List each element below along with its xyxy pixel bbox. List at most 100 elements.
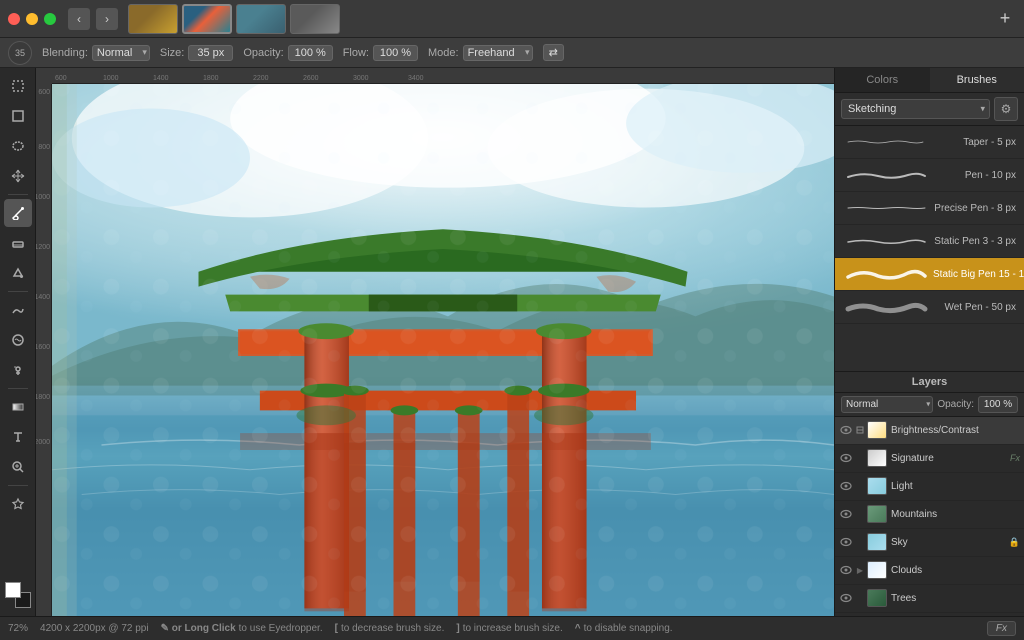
- favorites-tool[interactable]: [4, 490, 32, 518]
- layers-controls: Normal Opacity:: [835, 393, 1024, 417]
- ruler-mark-v: 2000: [36, 439, 50, 446]
- move-tool[interactable]: [4, 162, 32, 190]
- layer-expand-icon[interactable]: [855, 481, 865, 491]
- document-tabs: [128, 4, 340, 34]
- maximize-button[interactable]: [44, 13, 56, 25]
- brush-item-taper[interactable]: Taper - 5 px: [835, 126, 1024, 159]
- tab-4[interactable]: [290, 4, 340, 34]
- nav-back-button[interactable]: ‹: [68, 8, 90, 30]
- brush-preview-pen: [843, 163, 936, 187]
- brush-item-precise-pen[interactable]: Precise Pen - 8 px: [835, 192, 1024, 225]
- opacity-input[interactable]: [288, 45, 333, 61]
- brush-tool[interactable]: [4, 199, 32, 227]
- foreground-color[interactable]: [5, 582, 21, 598]
- brush-item-wet-pen[interactable]: Wet Pen - 50 px: [835, 291, 1024, 324]
- layer-expand-icon[interactable]: [855, 509, 865, 519]
- blur-tool[interactable]: [4, 326, 32, 354]
- layer-thumbnail: [867, 533, 887, 551]
- layers-section: Layers Normal Opacity: Brightness/Contra…: [835, 371, 1024, 617]
- layer-item-clouds[interactable]: ▶ Clouds: [835, 557, 1024, 585]
- mode-label: Mode:: [428, 47, 459, 59]
- brush-settings-button[interactable]: ⚙: [994, 97, 1018, 121]
- layer-opacity-input[interactable]: [978, 396, 1018, 413]
- brush-preview-wet-pen: [843, 295, 936, 319]
- layer-item-trees[interactable]: Trees: [835, 585, 1024, 613]
- layer-expand-icon[interactable]: [855, 537, 865, 547]
- ruler-mark: 1400: [152, 75, 170, 82]
- lasso-tool[interactable]: [4, 132, 32, 160]
- panel-tabs: Colors Brushes: [835, 68, 1024, 93]
- opacity-control: Opacity:: [243, 45, 332, 61]
- toolbox: [0, 68, 36, 616]
- brush-category-select[interactable]: Sketching: [841, 99, 990, 119]
- blending-select[interactable]: Normal: [92, 45, 150, 61]
- brush-size-indicator: 35: [8, 41, 32, 65]
- brush-category-bar: Sketching ⚙: [835, 93, 1024, 126]
- tab-3[interactable]: [236, 4, 286, 34]
- zoom-tool[interactable]: [4, 453, 32, 481]
- gradient-tool[interactable]: [4, 393, 32, 421]
- clone-tool[interactable]: [4, 356, 32, 384]
- layer-expand-icon[interactable]: [855, 593, 865, 603]
- layer-eye-icon[interactable]: [839, 563, 853, 577]
- layer-item-mountains[interactable]: Mountains: [835, 501, 1024, 529]
- canvas-area[interactable]: 600 1000 1400 1800 2200 2600 3000 3400 6…: [36, 68, 834, 616]
- layer-item-signature[interactable]: SignatureFx: [835, 445, 1024, 473]
- ruler-mark-v: 1400: [36, 294, 50, 301]
- layer-item-brightness/contrast[interactable]: Brightness/Contrast: [835, 417, 1024, 445]
- rect-selection-tool[interactable]: [4, 102, 32, 130]
- brush-item-static-pen[interactable]: Static Pen 3 - 3 px: [835, 225, 1024, 258]
- mode-select[interactable]: Freehand: [463, 45, 533, 61]
- layer-eye-icon[interactable]: [839, 479, 853, 493]
- symmetry-button[interactable]: ⇄: [543, 44, 564, 61]
- ruler-mark-v: 600: [38, 89, 50, 96]
- layer-eye-icon[interactable]: [839, 423, 853, 437]
- selection-tool[interactable]: [4, 72, 32, 100]
- text-tool[interactable]: [4, 423, 32, 451]
- layer-eye-icon[interactable]: [839, 507, 853, 521]
- layer-eye-icon[interactable]: [839, 451, 853, 465]
- smudge-tool[interactable]: [4, 296, 32, 324]
- flow-label: Flow:: [343, 47, 369, 59]
- layer-item-light[interactable]: Light: [835, 473, 1024, 501]
- fx-button[interactable]: Fx: [987, 621, 1016, 636]
- brush-preview-taper: [843, 130, 936, 154]
- colors-tab[interactable]: Colors: [835, 68, 930, 92]
- layer-name-label: Sky: [891, 537, 1009, 548]
- size-input[interactable]: [188, 45, 233, 61]
- layer-eye-icon[interactable]: [839, 535, 853, 549]
- mode-control: Mode: Freehand: [428, 45, 533, 61]
- canvas-content: [52, 84, 834, 616]
- brush-item-static-big-pen[interactable]: Static Big Pen 15 - 15 px: [835, 258, 1024, 291]
- layer-expand-icon[interactable]: [855, 425, 865, 435]
- new-document-button[interactable]: +: [994, 8, 1016, 30]
- brush-category-select-wrap: Sketching: [841, 99, 990, 119]
- toolbar: 35 Blending: Normal Size: Opacity: Flow:…: [0, 38, 1024, 68]
- close-button[interactable]: [8, 13, 20, 25]
- brushes-tab[interactable]: Brushes: [930, 68, 1024, 92]
- layer-item-levels[interactable]: Levels: [835, 613, 1024, 617]
- layer-item-sky[interactable]: Sky🔒: [835, 529, 1024, 557]
- brush-preview-precise-pen: [843, 196, 934, 220]
- brush-name-pen: Pen - 10 px: [936, 170, 1016, 181]
- minimize-button[interactable]: [26, 13, 38, 25]
- layer-eye-icon[interactable]: [839, 591, 853, 605]
- flow-input[interactable]: [373, 45, 418, 61]
- brush-item-pen[interactable]: Pen - 10 px: [835, 159, 1024, 192]
- brush-name-static-pen: Static Pen 3 - 3 px: [934, 236, 1016, 247]
- tab-1[interactable]: [128, 4, 178, 34]
- brush-name-precise-pen: Precise Pen - 8 px: [934, 203, 1016, 214]
- mode-select-wrap: Freehand: [463, 45, 533, 61]
- layer-name-label: Clouds: [891, 565, 1020, 576]
- layer-mode-select[interactable]: Normal: [841, 396, 933, 413]
- fill-tool[interactable]: [4, 259, 32, 287]
- ruler-mark: 2200: [252, 75, 270, 82]
- eraser-tool[interactable]: [4, 229, 32, 257]
- tab-2-active[interactable]: [182, 4, 232, 34]
- layer-expand-icon[interactable]: [855, 453, 865, 463]
- nav-forward-button[interactable]: ›: [96, 8, 118, 30]
- ruler-mark-v: 800: [38, 144, 50, 151]
- layer-expand-icon[interactable]: ▶: [855, 565, 865, 575]
- layer-name-label: Trees: [891, 593, 1020, 604]
- color-swatches[interactable]: [5, 582, 31, 608]
